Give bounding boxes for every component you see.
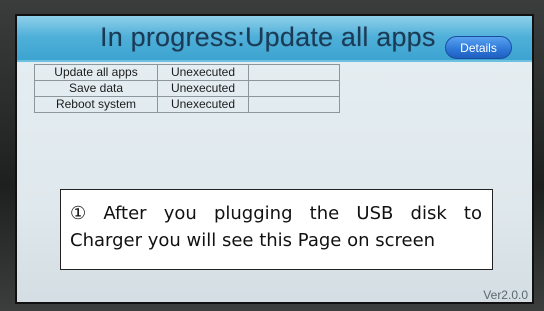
- table-row: Update all apps Unexecuted: [34, 64, 340, 81]
- task-status: Unexecuted: [157, 80, 249, 97]
- note-word: you: [163, 203, 197, 224]
- task-status-table: Update all apps Unexecuted Save data Une…: [34, 64, 340, 113]
- note-word: to: [463, 203, 482, 224]
- task-name: Update all apps: [34, 64, 158, 81]
- instruction-note: ① After you plugging the USB disk to Cha…: [60, 189, 493, 270]
- task-extra: [248, 96, 340, 113]
- table-row: Reboot system Unexecuted: [34, 96, 340, 113]
- task-name: Reboot system: [34, 96, 158, 113]
- note-word: USB: [356, 203, 394, 224]
- note-word: After: [103, 203, 147, 224]
- table-row: Save data Unexecuted: [34, 80, 340, 97]
- instruction-line-1: ① After you plugging the USB disk to: [70, 200, 482, 227]
- note-word: plugging: [213, 203, 293, 224]
- page-title: In progress:Update all apps: [100, 22, 436, 52]
- task-status: Unexecuted: [157, 64, 249, 81]
- device-screen: In progress:Update all apps Details Upda…: [15, 14, 534, 304]
- version-label: Ver2.0.0: [483, 288, 528, 302]
- task-name: Save data: [34, 80, 158, 97]
- step-marker: ①: [70, 203, 87, 224]
- task-extra: [248, 64, 340, 81]
- instruction-line-2: Charger you will see this Page on screen: [70, 230, 436, 251]
- title-bar: In progress:Update all apps Details: [17, 16, 532, 62]
- note-word: disk: [410, 203, 447, 224]
- task-status: Unexecuted: [157, 96, 249, 113]
- details-button[interactable]: Details: [445, 36, 512, 59]
- task-extra: [248, 80, 340, 97]
- note-word: the: [309, 203, 340, 224]
